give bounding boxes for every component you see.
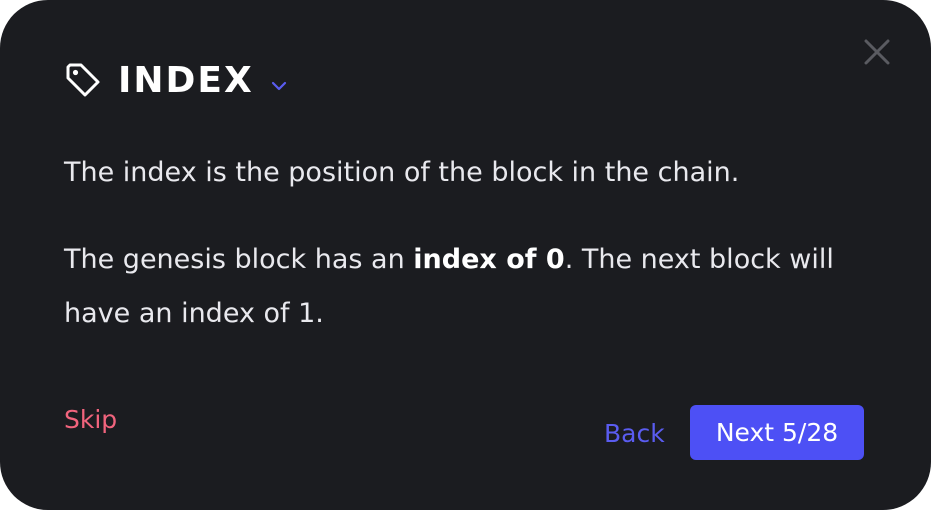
description-paragraph-1: The index is the position of the block i… [64,157,740,188]
close-icon[interactable] [861,36,893,68]
dialog-title: INDEX [118,60,254,101]
back-button[interactable]: Back [604,414,665,454]
description-paragraph-2: The genesis block has an index of 0. The… [64,233,854,341]
skip-button[interactable]: Skip [64,400,117,440]
paragraph-2-text-start: The genesis block has an [64,244,414,275]
tag-icon [66,63,100,97]
chevron-down-icon[interactable] [270,80,288,92]
next-button[interactable]: Next 5/28 [690,405,864,460]
dialog-header: INDEX [64,58,288,104]
paragraph-2-bold-text: index of 0 [413,244,565,275]
tutorial-dialog: INDEX The index is the position of the b… [0,0,931,510]
